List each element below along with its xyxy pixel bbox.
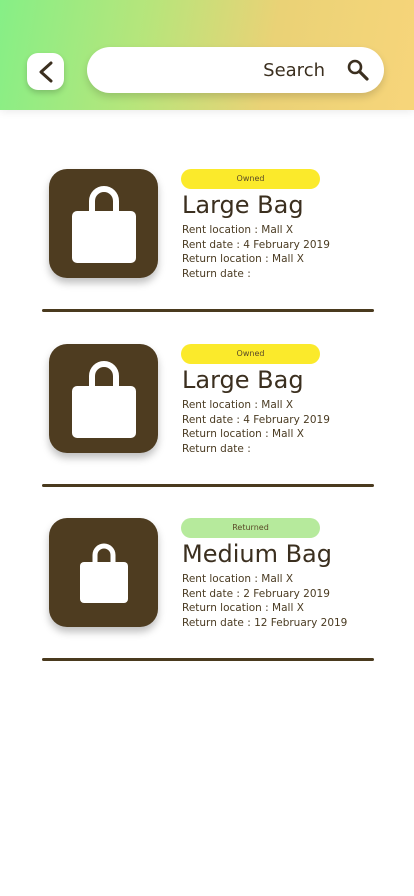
item-title: Large Bag: [182, 366, 304, 394]
status-badge: Returned: [181, 518, 320, 538]
item-title: Large Bag: [182, 191, 304, 219]
rent-location: Rent location : Mall X: [182, 399, 294, 411]
rent-location: Rent location : Mall X: [182, 224, 294, 236]
status-badge: Owned: [181, 344, 320, 364]
return-location: Return location : Mall X: [182, 428, 304, 440]
rent-location: Rent location : Mall X: [182, 573, 294, 585]
rent-date: Rent date : 2 February 2019: [182, 587, 330, 600]
divider: [42, 658, 374, 661]
item-details: Rent location : Mall X Rent date : 2 Feb…: [182, 572, 347, 630]
rent-date: Rent date : 4 February 2019: [182, 238, 330, 251]
rental-card[interactable]: Owned Large Bag Rent location : Mall X R…: [42, 344, 374, 489]
item-title: Medium Bag: [182, 540, 332, 568]
return-location: Return location : Mall X: [182, 602, 304, 614]
return-date: Return date :: [182, 442, 251, 455]
item-details: Rent location : Mall X Rent date : 4 Feb…: [182, 223, 330, 281]
rental-card[interactable]: Owned Large Bag Rent location : Mall X R…: [42, 169, 374, 314]
item-details: Rent location : Mall X Rent date : 4 Feb…: [182, 398, 330, 456]
header-bar: [0, 0, 414, 110]
shopping-bag-icon: [79, 543, 128, 603]
bag-thumbnail: [49, 169, 158, 278]
return-date: Return date :: [182, 267, 251, 280]
search-bar[interactable]: [87, 47, 384, 93]
bag-thumbnail: [49, 518, 158, 627]
search-input[interactable]: [105, 47, 325, 93]
status-badge: Owned: [181, 169, 320, 189]
divider: [42, 309, 374, 312]
chevron-left-icon: [39, 61, 52, 82]
shopping-bag-icon: [71, 360, 136, 438]
return-location: Return location : Mall X: [182, 253, 304, 265]
return-date: Return date : 12 February 2019: [182, 616, 348, 629]
shopping-bag-icon: [71, 185, 136, 263]
rental-card[interactable]: Returned Medium Bag Rent location : Mall…: [42, 518, 374, 663]
back-button[interactable]: [27, 53, 64, 90]
divider: [42, 484, 374, 487]
bag-thumbnail: [49, 344, 158, 453]
search-icon[interactable]: [347, 59, 369, 81]
rent-date: Rent date : 4 February 2019: [182, 413, 330, 426]
